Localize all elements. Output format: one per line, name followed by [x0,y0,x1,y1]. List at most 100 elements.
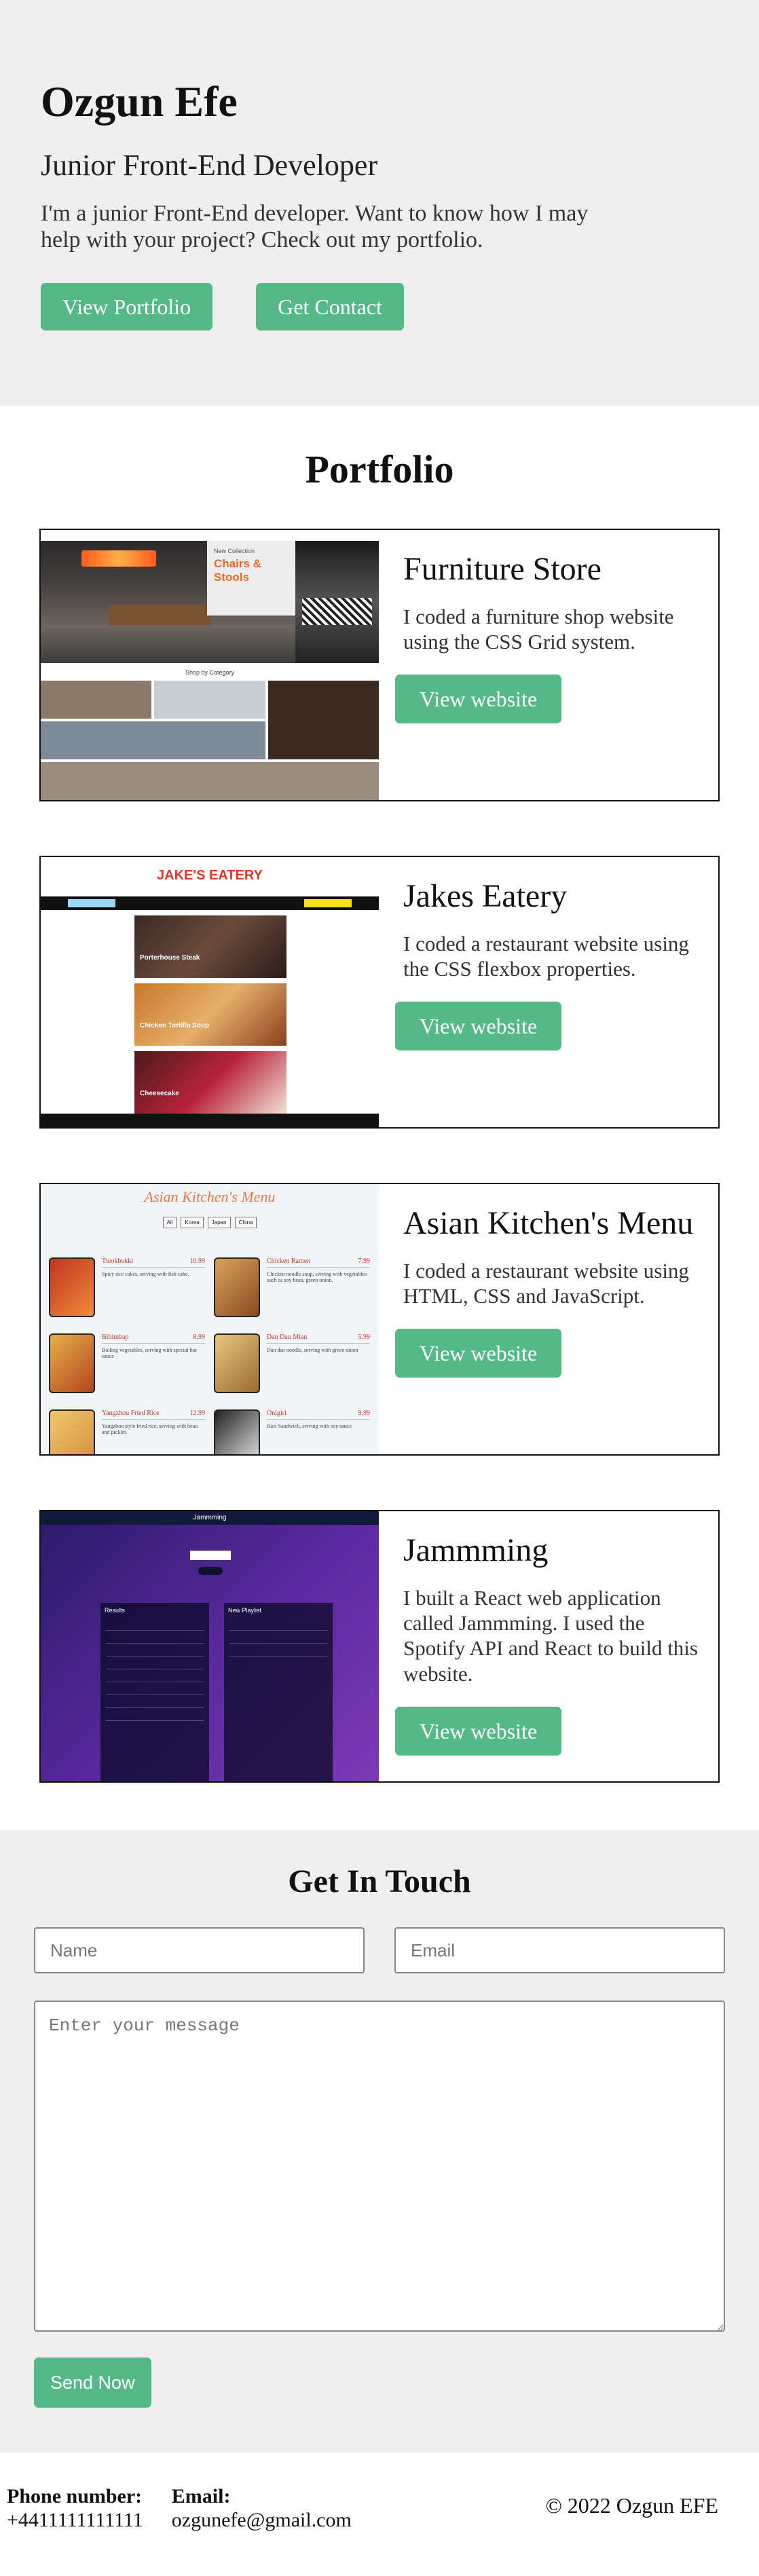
message-textarea[interactable] [34,2001,725,2332]
project-card-jakes-eatery: JAKE'S EATERY Porterhouse Steak Chicken … [39,856,720,1129]
menu-item-name: Yangzhou Fried Rice 12.99 [102,1409,205,1420]
project-description: I coded a restaurant website using the C… [403,932,689,981]
project-thumbnail-asian-kitchen: Asian Kitchen's Menu All Korea Japan China … [41,1184,379,1454]
collection-label: New Collection [214,548,255,554]
get-contact-button[interactable]: Get Contact [256,283,404,331]
filter-chip: Korea [181,1217,204,1228]
hero-section: Ozgun Efe Junior Front-End Developer I'm… [0,0,759,406]
project-title: Jammming [403,1532,549,1568]
view-website-button[interactable]: View website [395,675,562,724]
jakes-logo: JAKE'S EATERY [157,868,263,883]
dish-price: 5.99 [358,1333,371,1341]
jammming-logo: Jammming [41,1511,379,1525]
menu-item: Chicken Ramen 7.99 Chicken noodle soup, s… [214,1257,370,1317]
view-website-button[interactable]: View website [395,1002,562,1051]
send-now-button[interactable]: Send Now [34,2357,151,2408]
track-row [106,1694,204,1695]
nav-left-block [68,899,115,907]
menu-item: Yangzhou Fried Rice 12.99 Yangzhou style … [49,1409,205,1454]
project-thumbnail-jakes-eatery: JAKE'S EATERY Porterhouse Steak Chicken … [41,857,379,1127]
dish-name: Porterhouse Steak [140,954,200,962]
project-info: Furniture Store I coded a furniture shop… [379,530,718,800]
dish-card: Porterhouse Steak [134,915,286,978]
filter-chip: China [234,1217,257,1228]
dish-description: Boiling vegetables, serving with special… [102,1347,197,1359]
menu-item-name: Chicken Ramen 7.99 [267,1257,370,1268]
collection-headline: Chairs & Stools [214,557,261,584]
project-card-furniture-store: New Collection Chairs & Stools Shop by C… [39,529,720,801]
dish-description: Yangzhou style fried rice, serving with … [102,1423,198,1435]
dish-price: 7.99 [358,1257,371,1265]
project-title: Jakes Eatery [403,878,568,914]
category-tile [41,762,379,800]
search-button-shape [198,1567,223,1575]
menu-filters: All Korea Japan China [41,1215,379,1228]
menu-item: Dan Dan Mian 5.99 Dan dan noodle, serving… [214,1333,370,1393]
project-description: I coded a furniture shop website using t… [403,605,674,654]
track-row [229,1630,327,1631]
dish-photo [214,1333,260,1393]
phone-value: +4411111111111 [7,2508,143,2531]
nav-right-block [304,899,352,907]
dish-price: 12.99 [189,1409,206,1417]
project-thumbnail-jammming: Jammming Results New Playlist [41,1511,379,1781]
portfolio-section: Portfolio New Collection Chairs & Stools… [0,406,759,1830]
dish-price: 10.99 [189,1257,206,1265]
view-portfolio-button[interactable]: View Portfolio [41,283,213,331]
playlist-panel: New Playlist [224,1603,333,1781]
view-website-button[interactable]: View website [395,1706,562,1756]
dish-price: 9.99 [358,1409,371,1417]
dish-description: Dan dan noodle, serving with green onion [267,1347,358,1353]
category-caption: Shop by Category [185,669,235,676]
dish-photo [49,1333,95,1393]
hero-name: Ozgun Efe [41,77,238,126]
project-thumbnail-furniture-store: New Collection Chairs & Stools Shop by C… [41,530,379,800]
rug-pattern [302,598,372,625]
phone-label: Phone number: [7,2485,143,2507]
dish-price: 8.99 [193,1333,206,1341]
project-card-jammming: Jammming Results New Playlist Jammming I… [39,1510,720,1783]
contact-fields-row [34,1927,725,1973]
project-card-asian-kitchen: Asian Kitchen's Menu All Korea Japan China … [39,1183,720,1456]
category-tile [267,681,379,759]
menu-item: Tteokbokki 10.99 Spicy rice cakes, servin… [49,1257,206,1317]
menu-title: Asian Kitchen's Menu [144,1188,276,1205]
hero-intro: I'm a junior Front-End developer. Want t… [41,201,589,253]
category-tile [41,681,152,719]
menu-item-name: Onigiri 9.99 [267,1409,370,1420]
dish-card: Cheesecake [134,1051,286,1114]
dish-description: Chicken noodle soup, serving with vegeta… [267,1271,367,1283]
project-description: I coded a restaurant website using HTML,… [403,1259,689,1308]
track-row [106,1643,204,1644]
project-info: Jammming I built a React web application… [379,1511,718,1781]
footer-phone: Phone number: +4411111111111 [7,2485,143,2532]
category-tile [154,681,265,719]
dish-name: Cheesecake [140,1090,179,1097]
dish-name: Chicken Ramen [267,1257,311,1265]
footer-bar [41,1114,379,1127]
email-value: ozgunefe@gmail.com [171,2508,352,2531]
email-input[interactable] [394,1927,725,1973]
dish-name: Dan Dan Mian [267,1333,308,1341]
menu-item-name: Dan Dan Mian 5.99 [267,1333,370,1344]
dish-photo [214,1257,260,1317]
contact-title: Get In Touch [288,1863,471,1899]
view-website-button[interactable]: View website [395,1329,562,1378]
portfolio-title: Portfolio [305,447,454,491]
dish-name: Tteokbokki [102,1257,134,1265]
dish-card: Chicken Tortilla Soup [134,983,286,1046]
track-row [106,1630,204,1631]
project-info: Asian Kitchen's Menu I coded a restauran… [379,1184,718,1454]
project-info: Jakes Eatery I coded a restaurant websit… [379,857,718,1127]
dish-name: Bibimbap [102,1333,129,1341]
track-row [106,1707,204,1708]
dish-photo [49,1409,95,1454]
project-title: Asian Kitchen's Menu [403,1205,694,1241]
fireplace-shape [81,550,156,567]
dish-photo [49,1257,95,1317]
track-row [106,1720,204,1721]
footer: Phone number: +4411111111111 Email: ozgu… [0,2452,759,2538]
dish-name: Onigiri [267,1409,286,1417]
search-box-shape [190,1551,231,1560]
name-input[interactable] [34,1927,365,1973]
